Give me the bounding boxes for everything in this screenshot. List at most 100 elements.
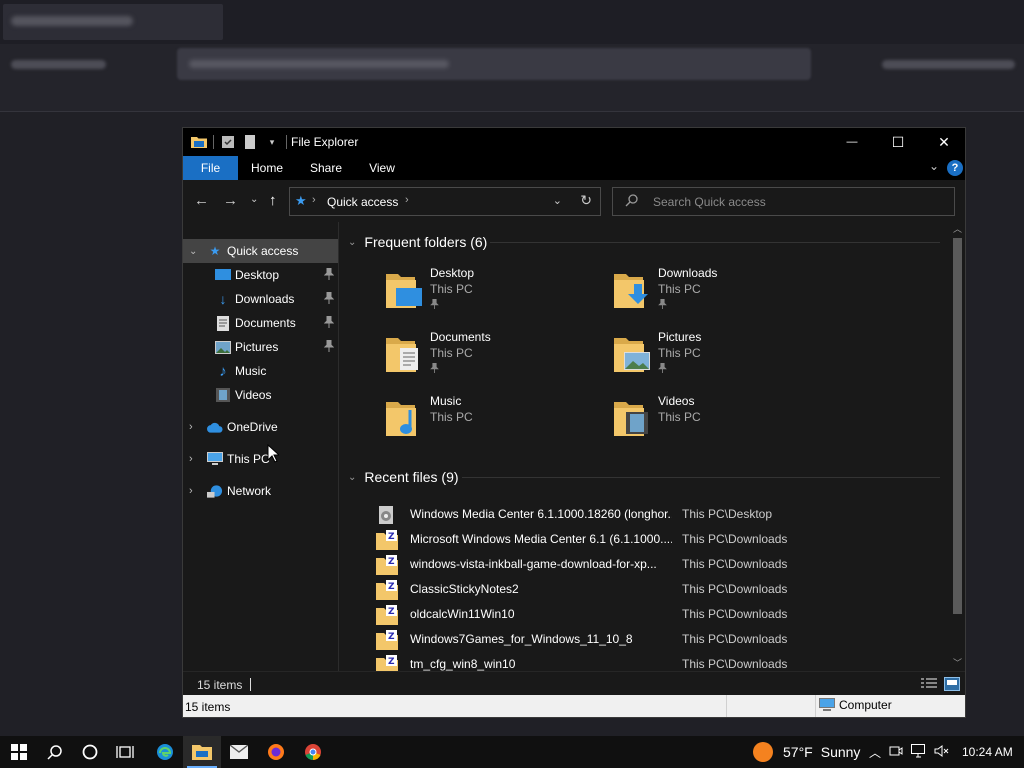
search-taskbar-button[interactable] <box>36 736 74 768</box>
breadcrumb-chevron-icon[interactable]: › <box>405 194 409 206</box>
search-input[interactable] <box>653 194 943 210</box>
expanded-chevron-icon[interactable]: ⌄ <box>189 246 197 257</box>
tab-view[interactable]: View <box>363 156 401 180</box>
details-view-icon[interactable] <box>921 677 937 691</box>
new-folder-icon[interactable] <box>242 134 258 150</box>
forward-arrow-icon[interactable]: → <box>223 192 238 209</box>
recent-file-row[interactable]: Z Microsoft Windows Media Center 6.1 (6.… <box>376 527 936 552</box>
breadcrumb[interactable]: Quick access <box>327 195 398 209</box>
start-button[interactable] <box>0 736 38 768</box>
recent-file-row[interactable]: Windows Media Center 6.1.1000.18260 (lon… <box>376 502 936 527</box>
mouse-cursor-icon <box>267 444 279 463</box>
up-arrow-icon[interactable]: ↑ <box>269 192 277 209</box>
file-explorer-taskbar-button[interactable] <box>183 736 221 768</box>
collapsed-chevron-icon[interactable]: › <box>189 485 193 497</box>
expand-ribbon-icon[interactable]: ⌄ <box>929 159 939 173</box>
tab-file[interactable]: File <box>183 156 238 180</box>
refresh-icon[interactable]: ↻ <box>580 192 592 209</box>
back-arrow-icon[interactable]: ← <box>194 192 209 209</box>
tile-location: This PC <box>658 410 701 424</box>
folder-icon <box>191 134 207 150</box>
collapsed-chevron-icon[interactable]: › <box>189 453 193 465</box>
recent-file-row[interactable]: Z ClassicStickyNotes2 This PC\Downloads <box>376 577 936 602</box>
customize-qat-icon[interactable]: ▾ <box>264 134 280 150</box>
address-bar[interactable]: ★ › Quick access › ⌄ ↻ <box>289 187 601 216</box>
mail-taskbar-button[interactable] <box>220 736 258 768</box>
recent-file-row[interactable]: Z tm_cfg_win8_win10 This PC\Downloads <box>376 652 936 671</box>
firefox-taskbar-button[interactable] <box>257 736 295 768</box>
tile-location: This PC <box>430 282 473 296</box>
meet-now-icon[interactable] <box>889 744 903 761</box>
edge-taskbar-button[interactable] <box>146 736 184 768</box>
folder-tile-pictures[interactable]: Pictures This PC <box>612 330 832 390</box>
clock-time: 10:24 AM <box>962 745 1013 759</box>
pin-icon[interactable] <box>323 291 335 307</box>
recent-locations-chevron-icon[interactable]: ⌄ <box>250 194 258 205</box>
folder-tile-music[interactable]: Music This PC <box>384 394 604 454</box>
tile-name: Pictures <box>658 330 702 344</box>
scrollbar-thumb[interactable] <box>953 238 962 614</box>
minimize-button[interactable]: — <box>829 128 875 156</box>
maximize-button[interactable]: ☐ <box>875 128 921 156</box>
sidebar-item-onedrive[interactable]: › OneDrive <box>183 415 338 439</box>
network-icon <box>207 483 223 499</box>
sidebar-item-desktop[interactable]: Desktop <box>183 263 338 287</box>
vertical-scrollbar[interactable]: ︿ ﹀ <box>950 222 965 671</box>
close-button[interactable]: ✕ <box>921 128 967 156</box>
recent-file-row[interactable]: Z oldcalcWin11Win10 This PC\Downloads <box>376 602 936 627</box>
properties-icon[interactable] <box>220 134 236 150</box>
section-title: Recent files (9) <box>364 469 459 485</box>
scroll-up-icon[interactable]: ︿ <box>953 222 962 235</box>
background-tab <box>3 4 223 40</box>
file-path: This PC\Downloads <box>682 607 788 621</box>
minimize-icon: — <box>846 136 858 148</box>
task-view-button[interactable] <box>106 736 144 768</box>
sidebar-item-downloads[interactable]: ↓ Downloads <box>183 287 338 311</box>
recent-file-row[interactable]: Z windows-vista-inkball-game-download-fo… <box>376 552 936 577</box>
sidebar-item-documents[interactable]: Documents <box>183 311 338 335</box>
address-dropdown-icon[interactable]: ⌄ <box>553 194 562 207</box>
folder-tile-videos[interactable]: Videos This PC <box>612 394 832 454</box>
taskbar: 57°F Sunny ︿ 10:24 AM <box>0 736 1024 768</box>
sidebar-item-this-pc[interactable]: › This PC <box>183 447 338 471</box>
show-hidden-icons-chevron-icon[interactable]: ︿ <box>867 744 883 761</box>
search-box[interactable] <box>612 187 955 216</box>
system-tray: ︿ <box>867 736 950 768</box>
sidebar-item-network[interactable]: › Network <box>183 479 338 503</box>
pin-icon[interactable] <box>323 339 335 355</box>
computer-status-icon <box>819 698 835 711</box>
frequent-folders-header[interactable]: ⌄ Frequent folders (6) <box>348 232 487 252</box>
picture-icon <box>215 339 231 355</box>
network-tray-icon[interactable] <box>911 743 927 761</box>
scroll-down-icon[interactable]: ﹀ <box>953 656 962 669</box>
file-name: Microsoft Windows Media Center 6.1 (6.1.… <box>410 532 672 546</box>
help-button[interactable]: ? <box>947 160 963 176</box>
desktop-icon <box>215 267 231 283</box>
title-bar[interactable]: ▾ File Explorer — ☐ ✕ <box>183 128 965 156</box>
volume-muted-icon[interactable] <box>934 744 950 761</box>
tab-share[interactable]: Share <box>305 156 347 180</box>
sidebar-item-quick-access[interactable]: ⌄ ★ Quick access <box>183 239 338 263</box>
search-icon <box>47 745 62 760</box>
tab-home[interactable]: Home <box>245 156 289 180</box>
section-chevron-icon[interactable]: ⌄ <box>348 237 356 248</box>
section-chevron-icon[interactable]: ⌄ <box>348 472 356 483</box>
recent-files-header[interactable]: ⌄ Recent files (9) <box>348 467 459 487</box>
sidebar-item-music[interactable]: ♪ Music <box>183 359 338 383</box>
collapsed-chevron-icon[interactable]: › <box>189 421 193 433</box>
file-path: This PC\Downloads <box>682 532 788 546</box>
pin-icon[interactable] <box>323 315 335 331</box>
sidebar-item-videos[interactable]: Videos <box>183 383 338 407</box>
chrome-taskbar-button[interactable] <box>294 736 332 768</box>
clock[interactable]: 10:24 AM <box>962 736 1013 768</box>
weather-widget[interactable]: 57°F Sunny <box>752 736 860 768</box>
pin-icon[interactable] <box>323 267 335 283</box>
folder-tile-documents[interactable]: Documents This PC <box>384 330 604 390</box>
sidebar-item-pictures[interactable]: Pictures <box>183 335 338 359</box>
folder-tile-desktop[interactable]: Desktop This PC <box>384 266 604 326</box>
cortana-button[interactable] <box>71 736 109 768</box>
folder-tile-downloads[interactable]: Downloads This PC <box>612 266 832 326</box>
recent-file-row[interactable]: Z Windows7Games_for_Windows_11_10_8 This… <box>376 627 936 652</box>
large-icons-view-icon[interactable] <box>944 677 960 691</box>
pictures-folder-icon <box>612 334 652 374</box>
